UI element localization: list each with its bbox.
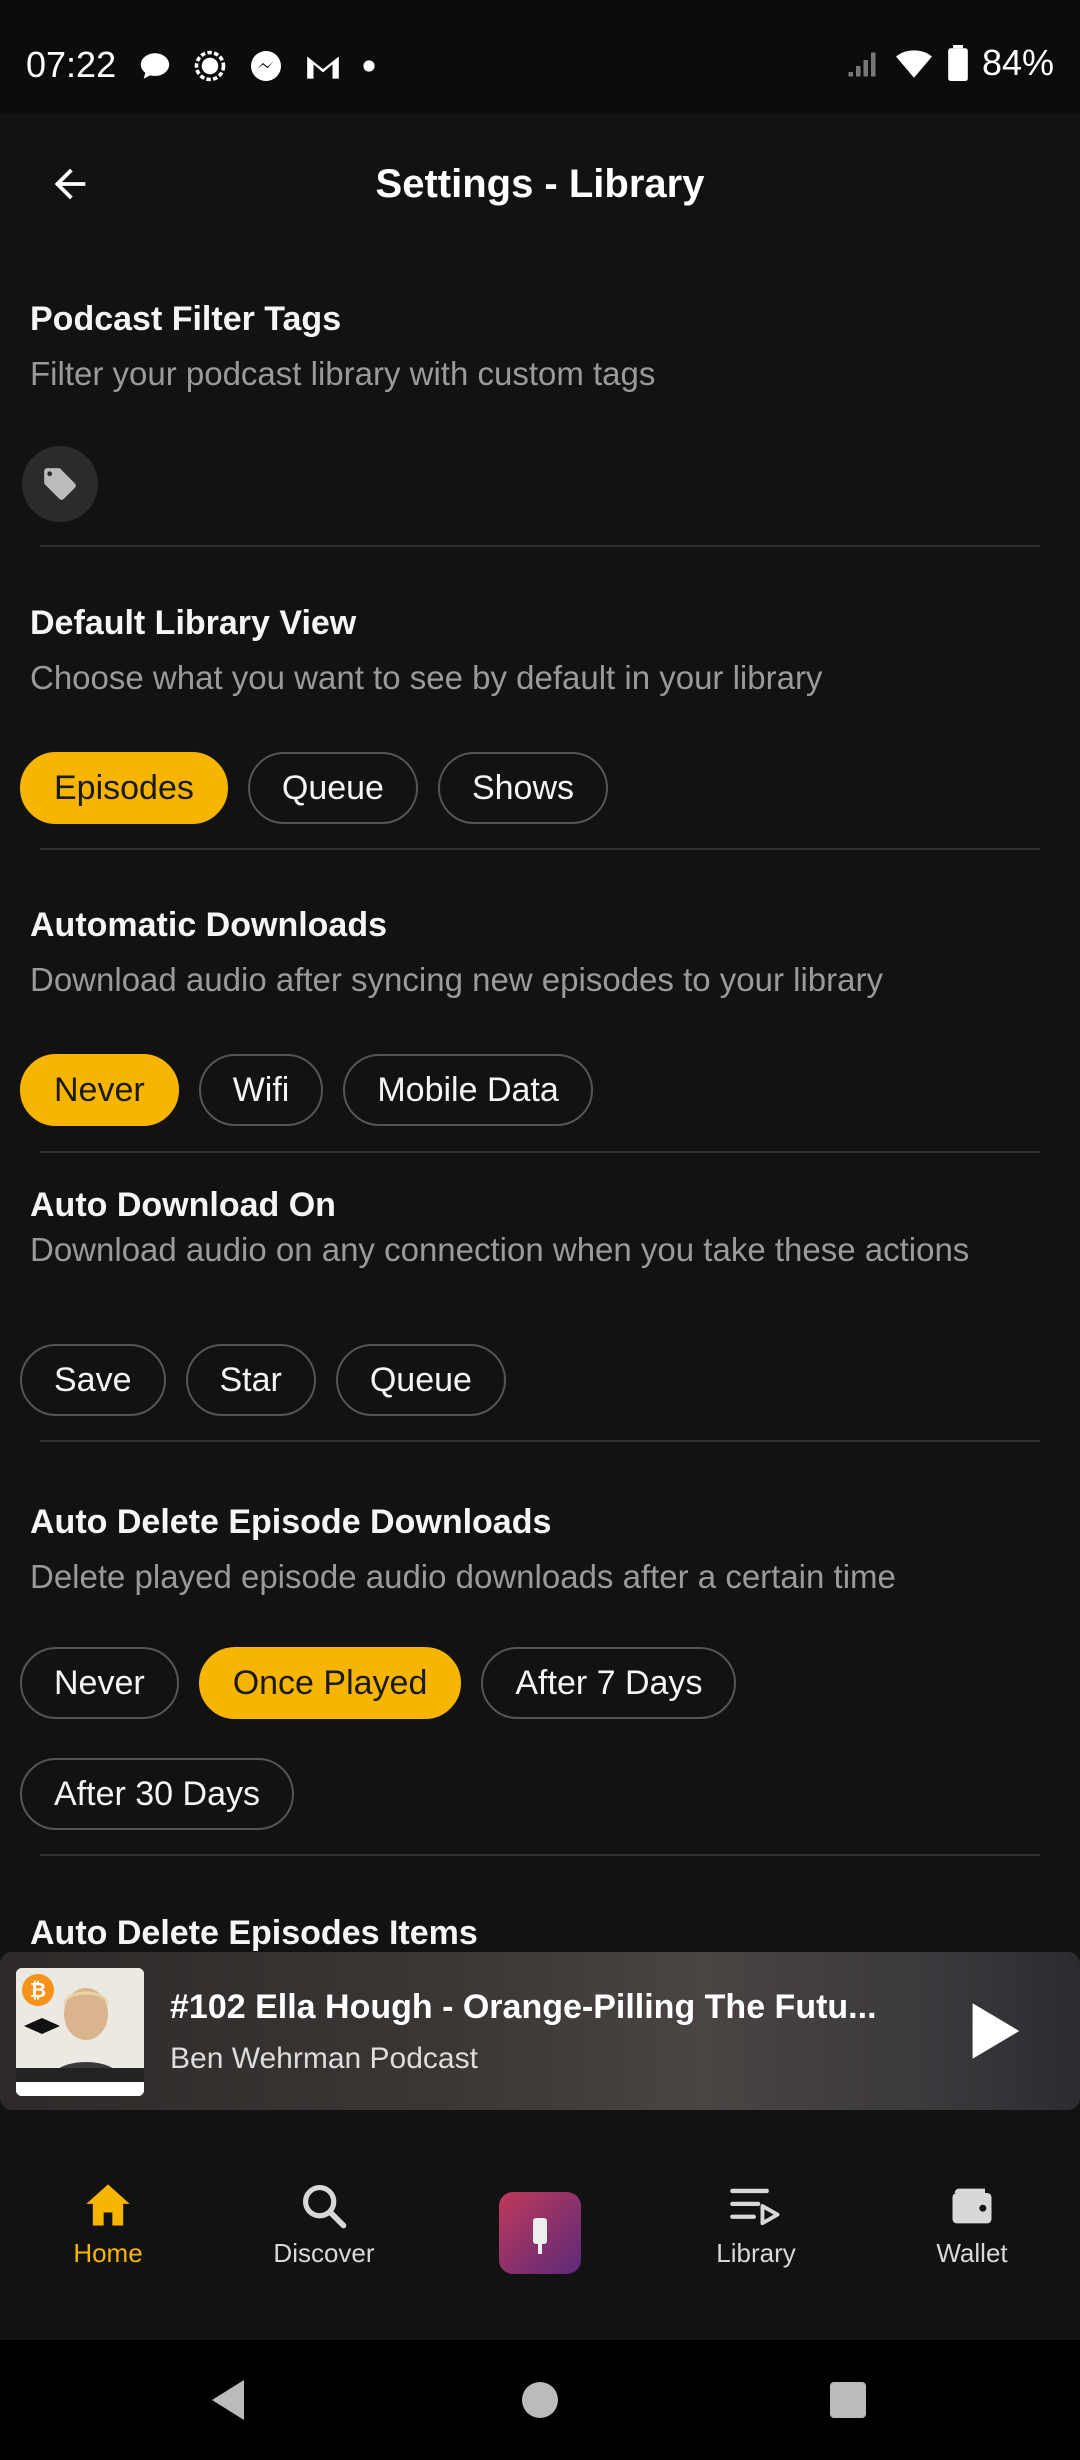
chip-save[interactable]: Save <box>20 1344 166 1416</box>
chip-after-7-days[interactable]: After 7 Days <box>481 1647 737 1719</box>
section-title: Auto Delete Episode Downloads <box>30 1503 552 1541</box>
chip-once-played[interactable]: Once Played <box>198 1647 462 1719</box>
system-navigation-bar <box>0 2340 1080 2460</box>
chip-never[interactable]: Never <box>20 1054 179 1126</box>
gmail-icon <box>307 56 339 79</box>
battery-percentage: 84% <box>981 42 1054 83</box>
nav-home[interactable]: Home <box>18 2180 198 2269</box>
status-bar: 07:22 84% <box>0 0 1080 114</box>
status-time: 07:22 <box>26 44 117 85</box>
system-home-icon[interactable] <box>520 2380 560 2420</box>
nav-label: Library <box>716 2238 796 2268</box>
svg-text:₿: ₿ <box>30 1978 46 2002</box>
section-subtitle: Choose what you want to see by default i… <box>30 659 823 696</box>
episode-title: #102 Ella Hough - Orange-Pilling The Fut… <box>170 1988 877 2026</box>
mini-player[interactable]: ₿ #102 Ella Hough - Orange-Pilling The F… <box>0 1952 1080 2110</box>
cell-signal-icon <box>848 52 876 77</box>
section-subtitle: Download audio on any connection when yo… <box>30 1231 970 1268</box>
dot-icon <box>363 60 375 72</box>
system-back-icon[interactable] <box>208 2378 248 2422</box>
auto-downloads-section: Automatic Downloads Download audio after… <box>30 906 1040 1001</box>
system-status: 84% <box>844 42 1054 84</box>
tag-icon <box>44 468 76 500</box>
divider <box>40 1151 1040 1153</box>
bottom-navigation: Home Discover Library Wallet <box>0 2110 1080 2340</box>
nav-label: Wallet <box>936 2238 1008 2268</box>
messenger-icon <box>251 51 281 81</box>
divider <box>40 545 1040 547</box>
auto-downloads-options: Never Wifi Mobile Data <box>20 1054 593 1126</box>
system-recents-icon[interactable] <box>828 2380 868 2420</box>
auto-download-on-section: Auto Download On Download audio on any c… <box>30 1186 1040 1271</box>
nav-discover[interactable]: Discover <box>234 2180 414 2269</box>
section-subtitle: Download audio after syncing new episode… <box>30 961 883 998</box>
episode-artwork: ₿ <box>16 1968 144 2096</box>
chip-wifi[interactable]: Wifi <box>198 1054 324 1126</box>
add-tag-button[interactable] <box>22 446 98 522</box>
nav-library[interactable]: Library <box>666 2180 846 2269</box>
default-view-section: Default Library View Choose what you wan… <box>30 604 1040 699</box>
chat-bubble-icon <box>140 53 170 79</box>
auto-delete-downloads-options: Never Once Played After 7 Days <box>20 1647 737 1719</box>
signal-app-icon <box>194 50 226 82</box>
auto-download-on-options: Save Star Queue <box>20 1344 506 1416</box>
section-title: Default Library View <box>30 604 357 642</box>
section-title: Podcast Filter Tags <box>30 300 342 338</box>
auto-delete-downloads-options-row2: After 30 Days <box>20 1758 294 1830</box>
section-title: Auto Delete Episodes Items <box>30 1914 478 1952</box>
section-title: Automatic Downloads <box>30 906 388 944</box>
chip-shows[interactable]: Shows <box>437 752 609 824</box>
chip-star[interactable]: Star <box>185 1344 316 1416</box>
chip-mobile-data[interactable]: Mobile Data <box>343 1054 593 1126</box>
nav-label: Home <box>73 2238 143 2268</box>
default-view-options: Episodes Queue Shows <box>20 752 609 824</box>
divider <box>40 1440 1040 1442</box>
nav-label: Discover <box>273 2238 375 2268</box>
battery-icon <box>948 45 968 81</box>
play-icon <box>972 2003 1020 2059</box>
auto-delete-downloads-section: Auto Delete Episode Downloads Delete pla… <box>30 1503 1040 1598</box>
notification-icons <box>138 48 376 84</box>
chip-never[interactable]: Never <box>20 1647 179 1719</box>
filter-tags-section: Podcast Filter Tags Filter your podcast … <box>30 300 1040 395</box>
artwork-image: ₿ <box>16 1968 144 2096</box>
chip-after-30-days[interactable]: After 30 Days <box>20 1758 294 1830</box>
show-name: Ben Wehrman Podcast <box>170 2042 478 2075</box>
divider <box>40 848 1040 850</box>
wallet-icon <box>952 2188 992 2224</box>
nav-now-playing[interactable] <box>450 2192 630 2274</box>
wifi-icon <box>895 50 932 78</box>
auto-delete-items-section: Auto Delete Episodes Items <box>30 1914 1040 1953</box>
nav-wallet[interactable]: Wallet <box>882 2180 1062 2269</box>
now-playing-artwork-icon <box>499 2192 581 2274</box>
search-icon <box>302 2184 347 2229</box>
page-title: Settings - Library <box>375 162 705 206</box>
app-header: Settings - Library <box>0 114 1080 264</box>
play-button[interactable] <box>958 1996 1028 2066</box>
library-icon <box>730 2188 780 2226</box>
chip-queue[interactable]: Queue <box>335 1344 506 1416</box>
home-icon <box>86 2184 130 2226</box>
chip-queue[interactable]: Queue <box>247 752 418 824</box>
divider <box>40 1854 1040 1856</box>
section-subtitle: Filter your podcast library with custom … <box>30 355 656 392</box>
chip-episodes[interactable]: Episodes <box>20 752 228 824</box>
section-subtitle: Delete played episode audio downloads af… <box>30 1558 896 1595</box>
section-title: Auto Download On <box>30 1186 336 1224</box>
